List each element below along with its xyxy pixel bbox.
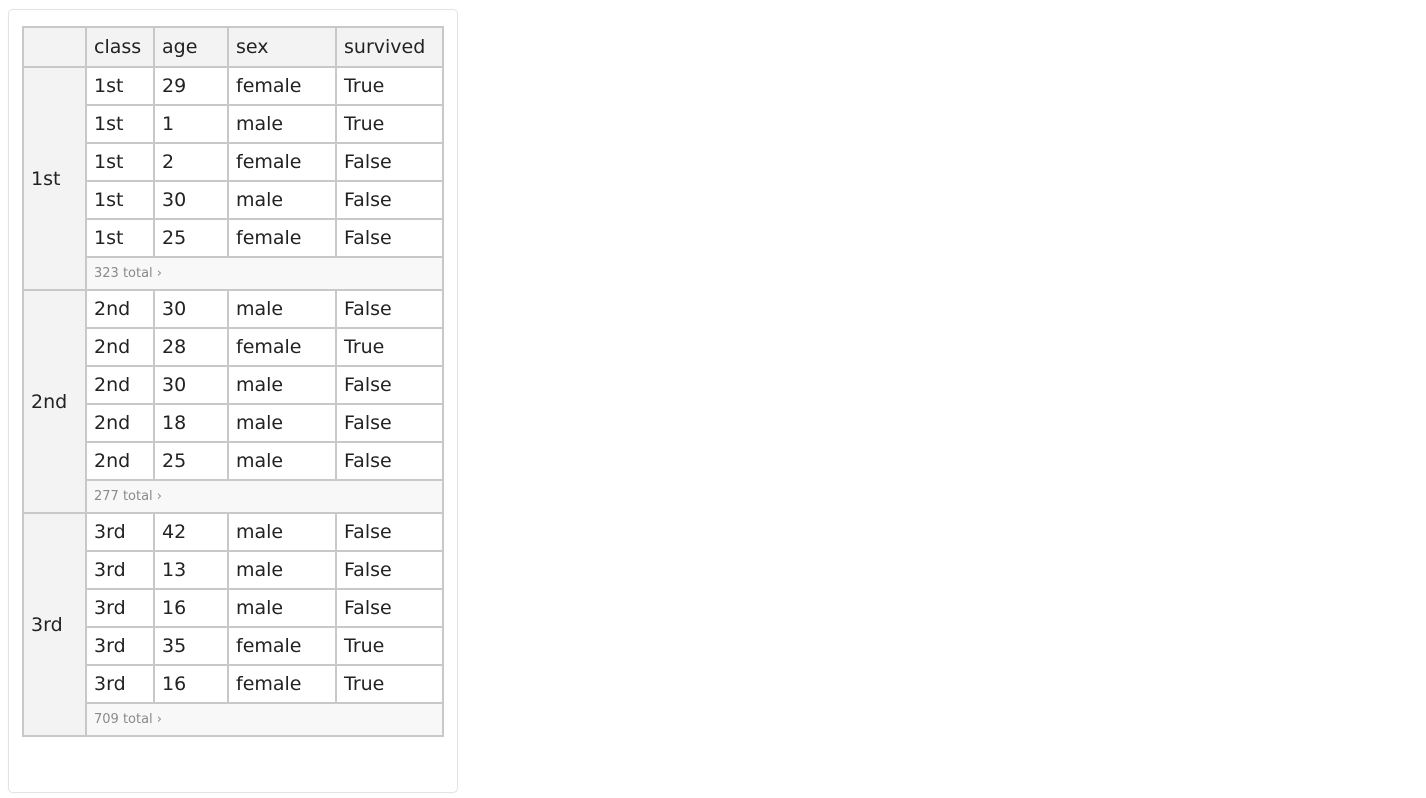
- cell-age: 25: [153, 218, 229, 258]
- cell-survived: True: [335, 626, 444, 666]
- group-total-row: 323 total ›: [23, 256, 444, 291]
- cell-age: 18: [153, 403, 229, 443]
- cell-survived: False: [335, 403, 444, 443]
- cell-class: 1st: [85, 180, 155, 220]
- cell-sex: male: [227, 512, 337, 552]
- cell-survived: False: [335, 180, 444, 220]
- cell-class: 3rd: [85, 550, 155, 590]
- table-row: 2nd 25 male False: [23, 441, 444, 481]
- cell-class: 1st: [85, 104, 155, 144]
- cell-sex: male: [227, 550, 337, 590]
- cell-age: 25: [153, 441, 229, 481]
- cell-survived: False: [335, 588, 444, 628]
- cell-age: 30: [153, 180, 229, 220]
- cell-class: 2nd: [85, 403, 155, 443]
- cell-class: 1st: [85, 218, 155, 258]
- table-row: 2nd 18 male False: [23, 403, 444, 443]
- group-total-cell: 277 total ›: [85, 479, 444, 514]
- table-row: 2nd 2nd 30 male False: [22, 289, 444, 514]
- table-row: 3rd 16 female True: [23, 664, 444, 704]
- cell-sex: male: [227, 588, 337, 628]
- group-total-link[interactable]: 323 total ›: [94, 266, 162, 281]
- cell-age: 16: [153, 588, 229, 628]
- table-row: 1st 2 female False: [23, 142, 444, 182]
- cell-sex: female: [227, 218, 337, 258]
- group-label: 2nd: [22, 289, 87, 514]
- cell-sex: female: [227, 142, 337, 182]
- cell-sex: female: [227, 626, 337, 666]
- column-header-sex: sex: [227, 26, 337, 68]
- cell-survived: False: [335, 218, 444, 258]
- cell-survived: True: [335, 327, 444, 367]
- cell-class: 3rd: [85, 512, 155, 552]
- cell-survived: True: [335, 664, 444, 704]
- group-total-row: 709 total ›: [23, 702, 444, 737]
- cell-age: 2: [153, 142, 229, 182]
- cell-class: 2nd: [85, 441, 155, 481]
- cell-survived: False: [335, 441, 444, 481]
- cell-age: 28: [153, 327, 229, 367]
- cell-sex: female: [227, 327, 337, 367]
- cell-sex: male: [227, 104, 337, 144]
- cell-class: 2nd: [85, 365, 155, 405]
- cell-age: 16: [153, 664, 229, 704]
- cell-survived: False: [335, 512, 444, 552]
- cell-sex: male: [227, 403, 337, 443]
- cell-age: 35: [153, 626, 229, 666]
- table-row: 2nd 30 male False: [23, 365, 444, 405]
- cell-survived: True: [335, 104, 444, 144]
- cell-class: 3rd: [85, 588, 155, 628]
- column-header-class: class: [85, 26, 155, 68]
- cell-class: 1st: [85, 66, 155, 106]
- cell-age: 42: [153, 512, 229, 552]
- table-row: 1st 30 male False: [23, 180, 444, 220]
- cell-survived: True: [335, 66, 444, 106]
- cell-survived: False: [335, 550, 444, 590]
- cell-sex: male: [227, 365, 337, 405]
- group-total-cell: 323 total ›: [85, 256, 444, 291]
- group-label: 1st: [22, 66, 87, 291]
- group-total-row: 277 total ›: [23, 479, 444, 514]
- group-total-link[interactable]: 277 total ›: [94, 489, 162, 504]
- grouped-data-table: class age sex survived 1st 1st 29 female Tru…: [22, 26, 444, 737]
- cell-class: 2nd: [85, 327, 155, 367]
- table-row: 1st 25 female False: [23, 218, 444, 258]
- cell-class: 2nd: [85, 289, 155, 329]
- cell-class: 1st: [85, 142, 155, 182]
- table-row: 1st 1st 29 female True: [22, 66, 444, 291]
- table-row: 3rd 13 male False: [23, 550, 444, 590]
- cell-age: 29: [153, 66, 229, 106]
- group-label: 3rd: [22, 512, 87, 737]
- cell-survived: False: [335, 365, 444, 405]
- cell-sex: male: [227, 180, 337, 220]
- table-row: 3rd 16 male False: [23, 588, 444, 628]
- group-total-link[interactable]: 709 total ›: [94, 712, 162, 727]
- column-header-age: age: [153, 26, 229, 68]
- cell-class: 3rd: [85, 664, 155, 704]
- cell-age: 30: [153, 365, 229, 405]
- table-row: 2nd 28 female True: [23, 327, 444, 367]
- cell-class: 3rd: [85, 626, 155, 666]
- cell-survived: False: [335, 289, 444, 329]
- cell-age: 1: [153, 104, 229, 144]
- cell-sex: male: [227, 289, 337, 329]
- header-corner-cell: [22, 26, 87, 68]
- cell-age: 30: [153, 289, 229, 329]
- group-total-cell: 709 total ›: [85, 702, 444, 737]
- table-row: 1st 1 male True: [23, 104, 444, 144]
- column-header-survived: survived: [335, 26, 444, 68]
- cell-sex: male: [227, 441, 337, 481]
- header-row: class age sex survived: [22, 26, 444, 68]
- cell-age: 13: [153, 550, 229, 590]
- cell-sex: female: [227, 66, 337, 106]
- cell-sex: female: [227, 664, 337, 704]
- table-row: 3rd 3rd 42 male False: [22, 512, 444, 737]
- cell-survived: False: [335, 142, 444, 182]
- table-row: 3rd 35 female True: [23, 626, 444, 666]
